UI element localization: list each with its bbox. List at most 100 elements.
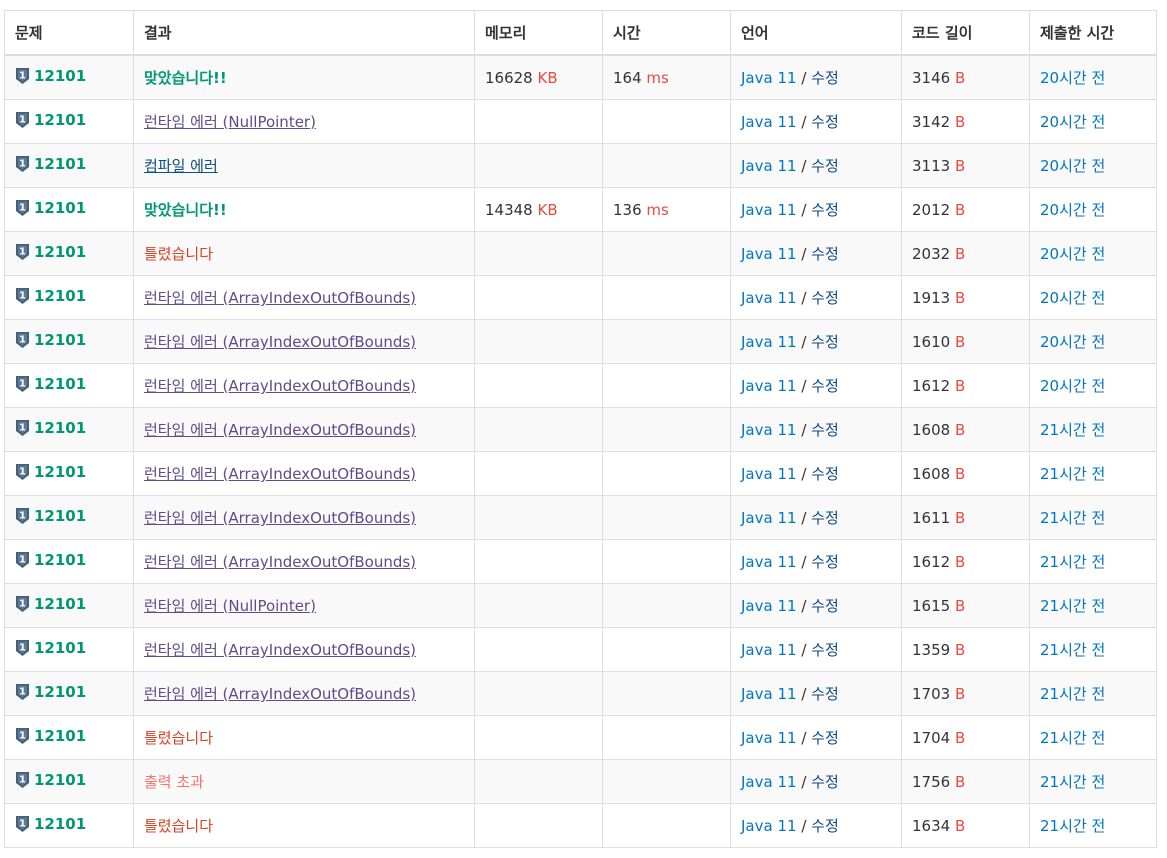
problem-link[interactable]: 1 12101	[15, 727, 86, 745]
time-cell: 136 ms	[602, 187, 731, 232]
edit-link[interactable]: 수정	[811, 289, 839, 307]
edit-link[interactable]: 수정	[811, 465, 839, 483]
edit-link[interactable]: 수정	[811, 377, 839, 395]
submitted-time-link[interactable]: 20시간 전	[1040, 201, 1105, 219]
problem-link[interactable]: 1 12101	[15, 639, 86, 657]
language-cell: Java 11 / 수정	[730, 451, 902, 496]
problem-link[interactable]: 1 12101	[15, 771, 86, 789]
problem-link[interactable]: 1 12101	[15, 683, 86, 701]
header-submitted-time[interactable]: 제출한 시간	[1029, 10, 1157, 56]
submitted-time-link[interactable]: 21시간 전	[1040, 641, 1105, 659]
language-link[interactable]: Java 11	[741, 685, 797, 703]
submitted-time-link[interactable]: 21시간 전	[1040, 509, 1105, 527]
problem-link[interactable]: 1 12101	[15, 243, 86, 261]
language-link[interactable]: Java 11	[741, 245, 797, 263]
problem-link[interactable]: 1 12101	[15, 463, 86, 481]
result-text[interactable]: 런타임 에러 (ArrayIndexOutOfBounds)	[144, 377, 416, 395]
edit-link[interactable]: 수정	[811, 817, 839, 835]
language-link[interactable]: Java 11	[741, 113, 797, 131]
language-cell: Java 11 / 수정	[730, 803, 902, 848]
submitted-time-link[interactable]: 21시간 전	[1040, 685, 1105, 703]
submitted-time-link[interactable]: 20시간 전	[1040, 245, 1105, 263]
language-link[interactable]: Java 11	[741, 69, 797, 87]
language-link[interactable]: Java 11	[741, 509, 797, 527]
submitted-time-link[interactable]: 20시간 전	[1040, 289, 1105, 307]
result-text[interactable]: 런타임 에러 (NullPointer)	[144, 597, 316, 615]
result-text[interactable]: 컴파일 에러	[144, 157, 218, 175]
edit-link[interactable]: 수정	[811, 333, 839, 351]
result-text[interactable]: 런타임 에러 (ArrayIndexOutOfBounds)	[144, 553, 416, 571]
result-text[interactable]: 런타임 에러 (ArrayIndexOutOfBounds)	[144, 421, 416, 439]
language-link[interactable]: Java 11	[741, 377, 797, 395]
submitted-time-link[interactable]: 21시간 전	[1040, 817, 1105, 835]
header-time[interactable]: 시간	[602, 10, 731, 56]
submitted-time-link[interactable]: 20시간 전	[1040, 157, 1105, 175]
problem-link[interactable]: 1 12101	[15, 111, 86, 129]
edit-link[interactable]: 수정	[811, 729, 839, 747]
code-length-cell: 1610 B	[901, 319, 1030, 364]
result-text[interactable]: 런타임 에러 (ArrayIndexOutOfBounds)	[144, 465, 416, 483]
problem-link[interactable]: 1 12101	[15, 419, 86, 437]
language-link[interactable]: Java 11	[741, 773, 797, 791]
edit-link[interactable]: 수정	[811, 597, 839, 615]
problem-link[interactable]: 1 12101	[15, 331, 86, 349]
language-link[interactable]: Java 11	[741, 421, 797, 439]
result-text[interactable]: 런타임 에러 (ArrayIndexOutOfBounds)	[144, 289, 416, 307]
edit-link[interactable]: 수정	[811, 421, 839, 439]
edit-link[interactable]: 수정	[811, 245, 839, 263]
edit-link[interactable]: 수정	[811, 69, 839, 87]
problem-link[interactable]: 1 12101	[15, 551, 86, 569]
submitted-time-cell: 21시간 전	[1029, 715, 1157, 760]
language-link[interactable]: Java 11	[741, 817, 797, 835]
submitted-time-link[interactable]: 20시간 전	[1040, 113, 1105, 131]
language-link[interactable]: Java 11	[741, 641, 797, 659]
edit-link[interactable]: 수정	[811, 773, 839, 791]
language-link[interactable]: Java 11	[741, 597, 797, 615]
language-link[interactable]: Java 11	[741, 289, 797, 307]
result-text[interactable]: 런타임 에러 (NullPointer)	[144, 113, 316, 131]
header-result[interactable]: 결과	[133, 10, 475, 56]
memory-unit: KB	[537, 68, 558, 87]
language-link[interactable]: Java 11	[741, 729, 797, 747]
result-text[interactable]: 런타임 에러 (ArrayIndexOutOfBounds)	[144, 509, 416, 527]
submitted-time-cell: 21시간 전	[1029, 803, 1157, 848]
submitted-time-link[interactable]: 21시간 전	[1040, 729, 1105, 747]
language-link[interactable]: Java 11	[741, 333, 797, 351]
problem-link[interactable]: 1 12101	[15, 595, 86, 613]
edit-link[interactable]: 수정	[811, 201, 839, 219]
language-link[interactable]: Java 11	[741, 157, 797, 175]
result-text[interactable]: 런타임 에러 (ArrayIndexOutOfBounds)	[144, 333, 416, 351]
problem-link[interactable]: 1 12101	[15, 375, 86, 393]
edit-link[interactable]: 수정	[811, 553, 839, 571]
time-cell	[602, 583, 731, 628]
result-cell: 틀렸습니다	[133, 715, 475, 760]
result-text[interactable]: 런타임 에러 (ArrayIndexOutOfBounds)	[144, 685, 416, 703]
submitted-time-link[interactable]: 21시간 전	[1040, 773, 1105, 791]
header-language[interactable]: 언어	[730, 10, 902, 56]
edit-link[interactable]: 수정	[811, 157, 839, 175]
language-link[interactable]: Java 11	[741, 553, 797, 571]
edit-link[interactable]: 수정	[811, 641, 839, 659]
submitted-time-link[interactable]: 20시간 전	[1040, 69, 1105, 87]
edit-link[interactable]: 수정	[811, 685, 839, 703]
submitted-time-link[interactable]: 20시간 전	[1040, 333, 1105, 351]
problem-link[interactable]: 1 12101	[15, 287, 86, 305]
header-problem[interactable]: 문제	[4, 10, 134, 56]
result-text[interactable]: 런타임 에러 (ArrayIndexOutOfBounds)	[144, 641, 416, 659]
submitted-time-link[interactable]: 21시간 전	[1040, 597, 1105, 615]
problem-link[interactable]: 1 12101	[15, 155, 86, 173]
submitted-time-link[interactable]: 21시간 전	[1040, 553, 1105, 571]
header-code-length[interactable]: 코드 길이	[901, 10, 1030, 56]
edit-link[interactable]: 수정	[811, 509, 839, 527]
edit-link[interactable]: 수정	[811, 113, 839, 131]
submitted-time-link[interactable]: 20시간 전	[1040, 377, 1105, 395]
problem-link[interactable]: 1 12101	[15, 507, 86, 525]
submitted-time-link[interactable]: 21시간 전	[1040, 421, 1105, 439]
problem-link[interactable]: 1 12101	[15, 67, 86, 85]
problem-link[interactable]: 1 12101	[15, 815, 86, 833]
language-link[interactable]: Java 11	[741, 465, 797, 483]
submitted-time-link[interactable]: 21시간 전	[1040, 465, 1105, 483]
header-memory[interactable]: 메모리	[474, 10, 603, 56]
problem-link[interactable]: 1 12101	[15, 199, 86, 217]
language-link[interactable]: Java 11	[741, 201, 797, 219]
